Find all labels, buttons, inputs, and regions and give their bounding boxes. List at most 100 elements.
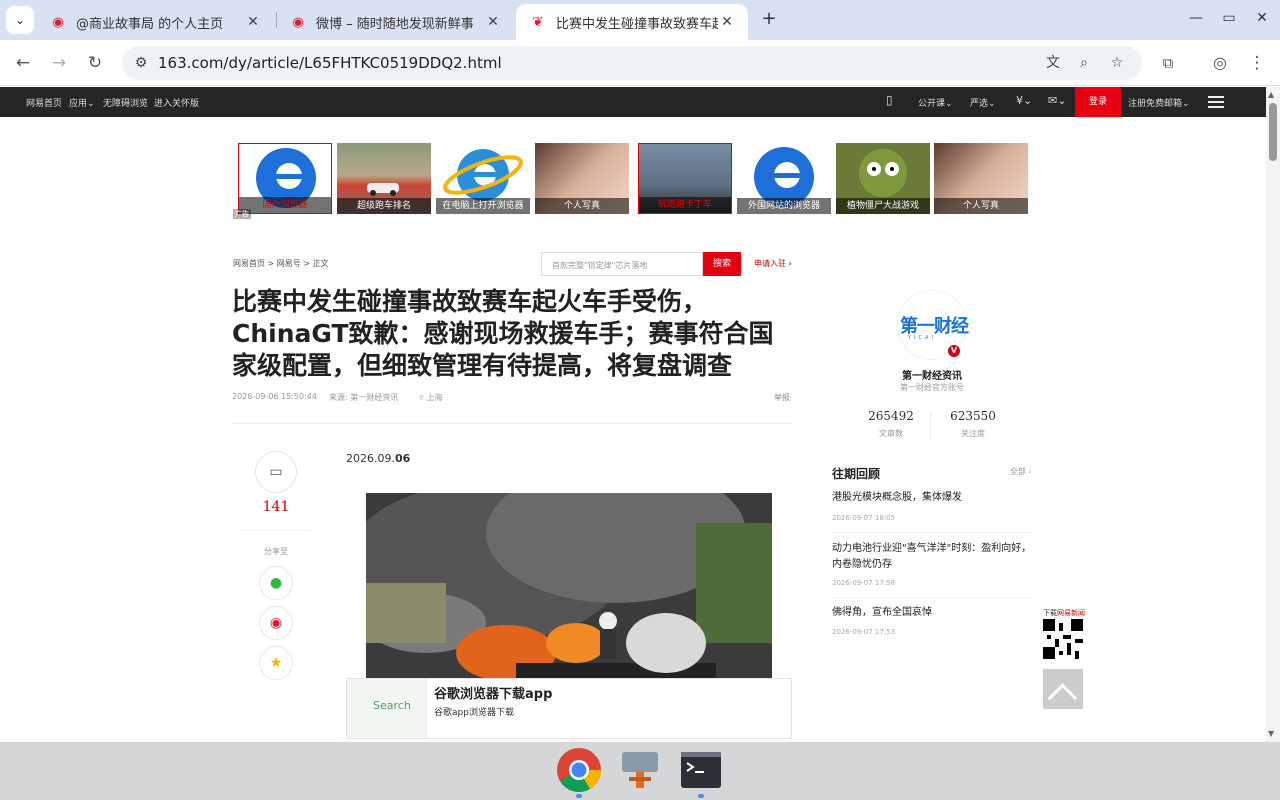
scrollbar-thumb[interactable] [1269,103,1277,161]
close-icon[interactable]: ✕ [718,14,736,30]
apply-link[interactable]: 申请入驻 › [754,258,792,269]
tab-weibo-profile[interactable]: ◉ @商业故事局 的个人主页 ✕ [36,4,274,40]
past-item-date: 2026-09-07 17:58 [832,579,896,587]
nav-yanxuan-label: 严选 [970,99,989,109]
favorite-star-icon[interactable]: ★ [259,646,293,680]
nav-home[interactable]: 网易首页 [26,96,62,109]
mail-icon[interactable]: ✉⌄ [1048,94,1066,107]
tab-search-button[interactable]: ⌄ [6,6,34,34]
chevron-down-icon: ⌄ [14,13,26,27]
article-datetime: 2026-09-06 15:50:44 [232,392,317,401]
ad-tile[interactable]: 玩跑跑卡丁车 [638,143,732,214]
account-logo-sub: YICAI [908,335,936,341]
ad-tile[interactable]: 在电脑上打开浏览器 [436,143,530,214]
search-input[interactable]: 首款完整"铠定律"芯片落地 [541,252,703,276]
login-button[interactable]: 登录 [1075,87,1121,117]
back-to-top-button[interactable] [1043,669,1083,709]
ad-tile[interactable]: 外国网站的浏览器 [737,143,831,214]
date-prefix: 2026.09. [346,452,395,465]
minimize-icon[interactable]: — [1186,10,1206,26]
reload-icon[interactable]: ↻ [83,51,107,75]
past-item-title[interactable]: 佛得角，宣布全国哀悼 [832,605,1032,621]
tab-title: @商业故事局 的个人主页 [76,16,224,32]
ad-caption: 植物僵尸大战游戏 [836,198,930,214]
nav-open-course[interactable]: 公开课⌄ [918,96,953,109]
comment-count[interactable]: 141 [255,499,297,515]
scroll-down-arrow[interactable]: ▼ [1268,729,1274,738]
terminal-icon[interactable] [678,747,724,793]
page-scrollbar[interactable]: ▲ ▼ [1266,87,1280,742]
site-settings-icon[interactable]: ⚙ [130,52,152,74]
nav-yanxuan[interactable]: 严选⌄ [970,96,996,109]
scroll-up-arrow[interactable]: ▲ [1268,90,1274,99]
zoom-icon[interactable]: ⌕ [1073,52,1095,74]
window-close-icon[interactable]: ✕ [1252,10,1272,26]
ad-thumbnail: Search [347,679,427,738]
bookmark-star-icon[interactable]: ☆ [1106,52,1128,74]
wechat-icon[interactable]: ● [259,566,293,600]
ad-tile[interactable]: 植物僵尸大战游戏 [836,143,930,214]
browser-toolbar: ← → ↻ ⚙ 163.com/dy/article/L65FHTKC0519D… [0,40,1280,86]
extensions-icon[interactable]: ⧉ [1156,51,1180,75]
tab-title: 微博 – 随时随地发现新鲜事 [316,16,474,32]
location-text: 上海 [426,393,443,402]
report-link[interactable]: 举报 [774,392,790,403]
nav-apps[interactable]: 应用⌄ [69,96,95,109]
url-text[interactable]: 163.com/dy/article/L65FHTKC0519DDQ2.html [158,54,502,72]
ad-caption: 个人写真 [535,198,629,214]
weibo-icon: ◉ [292,14,304,30]
menu-kebab-icon[interactable]: ⋮ [1245,51,1269,75]
weibo-share-icon[interactable]: ◉ [259,606,293,640]
tab-title: 比赛中发生碰撞事故致赛车起 [556,16,718,32]
chrome-icon[interactable] [556,747,602,793]
nav-open-course-label: 公开课 [918,99,946,109]
mobile-icon[interactable]: ▯ [886,93,893,107]
running-indicator [698,794,704,798]
site-top-nav: 网易首页 应用⌄ 无障碍浏览 进入关怀版 ▯ 公开课⌄ 严选⌄ ¥⌄ ✉⌄ 登录… [0,87,1266,117]
past-all-link[interactable]: 全部 › [1010,466,1032,477]
ad-tile[interactable]: 国外浏览器 [238,143,332,214]
ad-title[interactable]: 谷歌浏览器下载app [434,683,552,702]
past-item-title[interactable]: 动力电池行业迎"喜气洋洋"时刻：盈利向好，内卷隐忧仍存 [832,541,1032,573]
hamburger-menu-icon[interactable] [1208,96,1224,108]
verified-badge-icon: V [946,343,962,359]
close-icon[interactable]: ✕ [244,14,262,30]
weibo-icon: ◉ [52,14,64,30]
tab-weibo[interactable]: ◉ 微博 – 随时随地发现新鲜事 ✕ [276,4,514,40]
new-tab-button[interactable]: + [758,8,780,30]
past-item-date: 2026-09-07 18:05 [832,514,896,522]
breadcrumb[interactable]: 网易首页 > 网易号 > 正文 [233,258,329,269]
account-name[interactable]: 第一财经资讯 [832,367,1032,382]
qr-label: 下载网易新闻 [1043,608,1085,618]
nav-accessibility[interactable]: 无障碍浏览 [103,96,148,109]
qr-label-app: 网易新闻 [1057,609,1085,617]
address-bar[interactable]: ⚙ 163.com/dy/article/L65FHTKC0519DDQ2.ht… [122,46,1142,80]
divider [832,532,1032,533]
translate-icon[interactable]: 文 [1042,52,1064,74]
ad-tile[interactable]: 个人写真 [934,143,1028,214]
comment-button[interactable]: ▭ [255,451,297,493]
ad-label: 广告 [233,209,251,219]
maximize-icon[interactable]: ▭ [1219,10,1239,26]
ad-tile[interactable]: 超级跑车排名 [337,143,431,214]
nav-register-mail[interactable]: 注册免费邮箱⌄ [1128,96,1190,109]
bottom-ad[interactable]: Search 谷歌浏览器下载app 谷歌app浏览器下载 [346,678,792,739]
ad-caption: 玩跑跑卡丁车 [639,197,731,213]
back-icon[interactable]: ← [11,51,35,75]
article-source[interactable]: 来源: 第一财经资讯 [329,392,398,403]
yuan-icon[interactable]: ¥⌄ [1016,94,1032,107]
account-desc: 第一财经官方账号 [900,383,964,392]
past-item-date: 2026-09-07 17:53 [832,628,896,636]
forward-icon[interactable]: → [47,51,71,75]
ad-tile[interactable]: 个人写真 [535,143,629,214]
ad-subtitle: 谷歌app浏览器下载 [434,708,514,718]
past-item-title[interactable]: 港股光模块概念股，集体爆发 [832,490,1032,506]
tab-article[interactable]: ❦ 比赛中发生碰撞事故致赛车起 ✕ [516,4,748,40]
close-icon[interactable]: ✕ [484,14,502,30]
ad-caption: 国外浏览器 [239,197,331,213]
profile-icon[interactable]: ◎ [1208,51,1232,75]
file-manager-icon[interactable] [617,747,663,793]
nav-care-mode[interactable]: 进入关怀版 [154,96,199,109]
search-button[interactable]: 搜索 [703,252,741,276]
article-title: 比赛中发生碰撞事故致赛车起火车手受伤，ChinaGT致歉：感谢现场救援车手；赛事… [232,287,774,380]
